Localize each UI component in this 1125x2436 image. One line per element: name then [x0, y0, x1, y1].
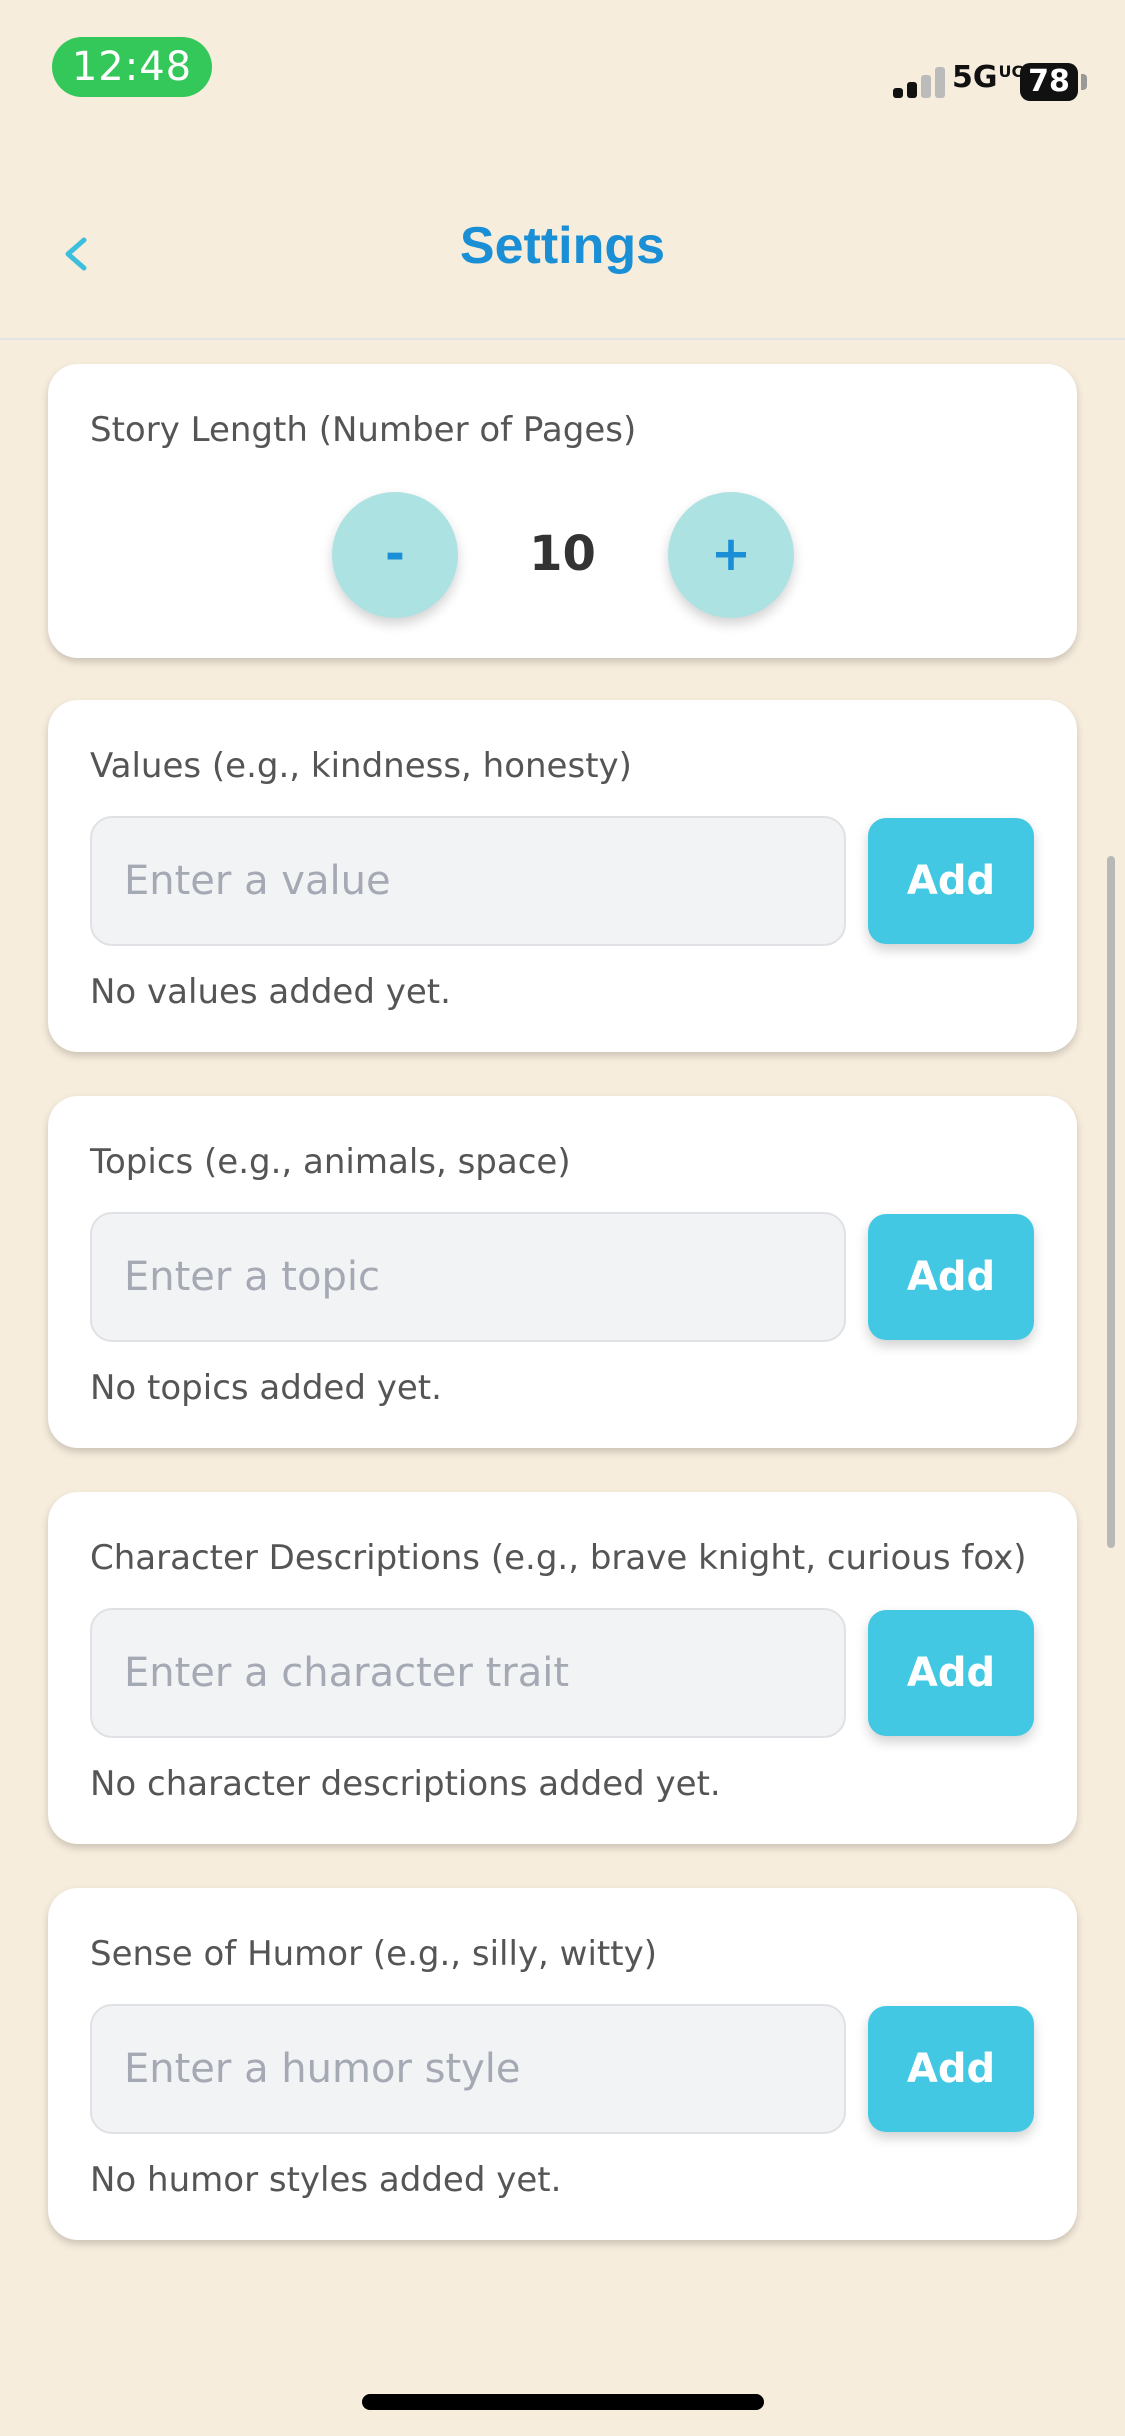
status-bar: 12:48 5GUC 78: [0, 0, 1125, 130]
nav-bar: Settings: [0, 130, 1125, 340]
values-empty-text: No values added yet.: [90, 972, 451, 1012]
page-count-value: 10: [529, 526, 596, 582]
increment-button[interactable]: +: [668, 492, 794, 618]
home-indicator[interactable]: [362, 2394, 764, 2410]
character-trait-input[interactable]: [90, 1608, 846, 1738]
humor-style-input[interactable]: [90, 2004, 846, 2134]
network-type: 5G: [952, 60, 998, 95]
add-humor-button[interactable]: Add: [868, 2006, 1034, 2132]
battery-level: 78: [1028, 64, 1070, 99]
topics-empty-text: No topics added yet.: [90, 1368, 442, 1408]
add-character-button[interactable]: Add: [868, 1610, 1034, 1736]
story-length-label: Story Length (Number of Pages): [90, 410, 637, 450]
values-label: Values (e.g., kindness, honesty): [90, 746, 632, 786]
signal-strength-icon: [893, 66, 945, 98]
topics-card: Topics (e.g., animals, space) Add No top…: [48, 1096, 1077, 1448]
values-card: Values (e.g., kindness, honesty) Add No …: [48, 700, 1077, 1052]
page-title: Settings: [459, 217, 666, 275]
clock: 12:48: [52, 37, 212, 97]
battery-cap: [1081, 74, 1087, 90]
humor-card: Sense of Humor (e.g., silly, witty) Add …: [48, 1888, 1077, 2240]
scrollbar[interactable]: [1107, 856, 1115, 1548]
topics-label: Topics (e.g., animals, space): [90, 1142, 571, 1182]
topic-input[interactable]: [90, 1212, 846, 1342]
humor-empty-text: No humor styles added yet.: [90, 2160, 562, 2200]
network-indicator: 5GUC: [952, 60, 1023, 95]
add-topic-button[interactable]: Add: [868, 1214, 1034, 1340]
battery-icon: 78: [1020, 63, 1078, 101]
humor-label: Sense of Humor (e.g., silly, witty): [90, 1934, 657, 1974]
character-descriptions-label: Character Descriptions (e.g., brave knig…: [90, 1538, 1027, 1578]
value-input[interactable]: [90, 816, 846, 946]
character-descriptions-card: Character Descriptions (e.g., brave knig…: [48, 1492, 1077, 1844]
add-value-button[interactable]: Add: [868, 818, 1034, 944]
character-descriptions-empty-text: No character descriptions added yet.: [90, 1764, 721, 1804]
story-length-card: Story Length (Number of Pages) - 10 +: [48, 364, 1077, 658]
